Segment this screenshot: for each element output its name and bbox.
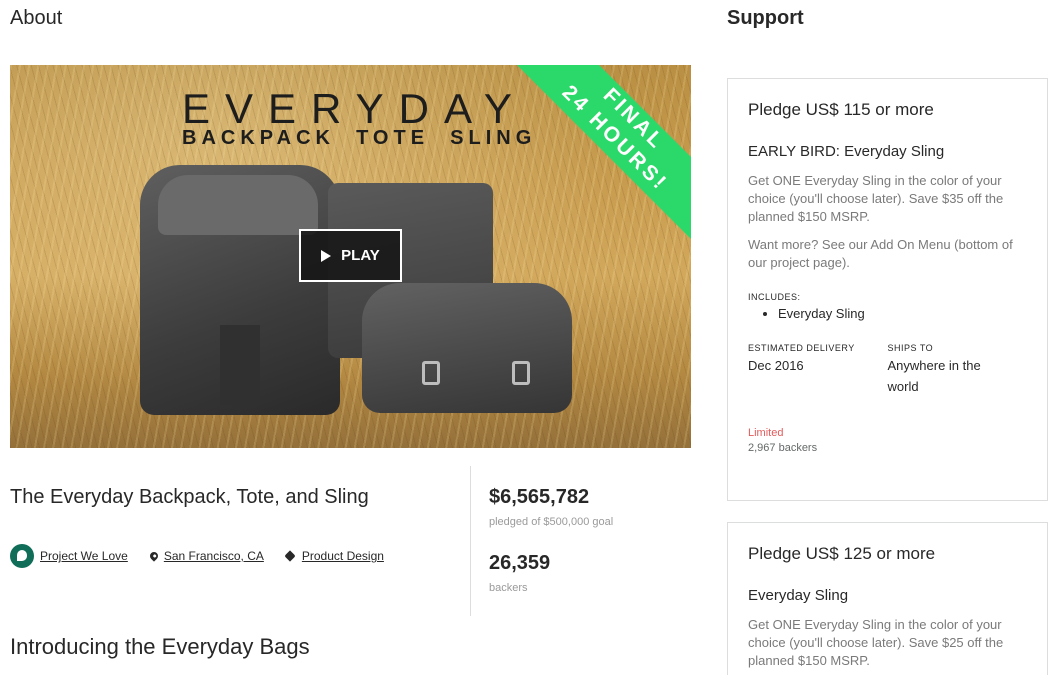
- reward-pledge-title: Pledge US$ 115 or more: [748, 100, 934, 119]
- project-meta: Project We Love San Francisco, CA Produc…: [10, 544, 384, 568]
- reward-backers: 2,967 backers: [748, 442, 818, 454]
- reward-include-item: Everyday Sling: [778, 306, 1027, 321]
- ships-to-value: Anywhere in the world: [887, 358, 981, 394]
- stats-divider: [470, 466, 471, 616]
- reward-name: Everyday Sling: [748, 587, 849, 604]
- reward-delivery: ESTIMATED DELIVERY Dec 2016 SHIPS TO Any…: [748, 343, 1027, 397]
- pledged-goal-label: pledged of $500,000 goal: [489, 516, 614, 528]
- video-title: EVERYDAY: [182, 85, 527, 132]
- about-heading: About: [10, 7, 63, 29]
- location-link[interactable]: San Francisco, CA: [164, 549, 264, 563]
- category-link[interactable]: Product Design: [302, 549, 384, 563]
- reward-card[interactable]: Pledge US$ 125 or more Everyday Sling Ge…: [727, 522, 1048, 675]
- backers-count: 26,359: [489, 552, 551, 574]
- delivery-label: ESTIMATED DELIVERY: [748, 343, 855, 353]
- backpack-image: [140, 165, 340, 415]
- reward-description: Get ONE Everyday Sling in the color of y…: [748, 617, 1004, 668]
- project-we-love-link[interactable]: Project We Love: [10, 544, 128, 568]
- ships-to-label: SHIPS TO: [887, 343, 934, 353]
- limited-badge: Limited: [748, 427, 784, 439]
- play-icon: [321, 249, 332, 262]
- reward-description-extra: Want more? See our Add On Menu (bottom o…: [748, 237, 1013, 270]
- intro-heading: Introducing the Everyday Bags: [10, 634, 310, 659]
- play-label: PLAY: [341, 247, 380, 264]
- pledged-amount: $6,565,782: [489, 486, 590, 508]
- category-tag-icon: [284, 550, 296, 562]
- delivery-value: Dec 2016: [748, 358, 804, 373]
- reward-name: EARLY BIRD: Everyday Sling: [748, 143, 945, 160]
- location-pin-icon: [148, 550, 160, 562]
- reward-description: Get ONE Everyday Sling in the color of y…: [748, 173, 1004, 224]
- project-video[interactable]: EVERYDAY BACKPACK TOTE SLING FINAL 24 HO…: [10, 65, 691, 448]
- reward-card[interactable]: Pledge US$ 115 or more EARLY BIRD: Every…: [727, 78, 1048, 501]
- reward-pledge-title: Pledge US$ 125 or more: [748, 544, 936, 563]
- reward-includes: INCLUDES: Everyday Sling: [748, 292, 1027, 321]
- play-button[interactable]: PLAY: [299, 229, 402, 282]
- backers-label: backers: [489, 582, 528, 594]
- sling-image: [362, 283, 572, 413]
- project-we-love-icon: [10, 544, 34, 568]
- video-subtitle: BACKPACK TOTE SLING: [182, 127, 537, 149]
- project-title: The Everyday Backpack, Tote, and Sling: [10, 486, 369, 508]
- support-heading: Support: [727, 7, 804, 29]
